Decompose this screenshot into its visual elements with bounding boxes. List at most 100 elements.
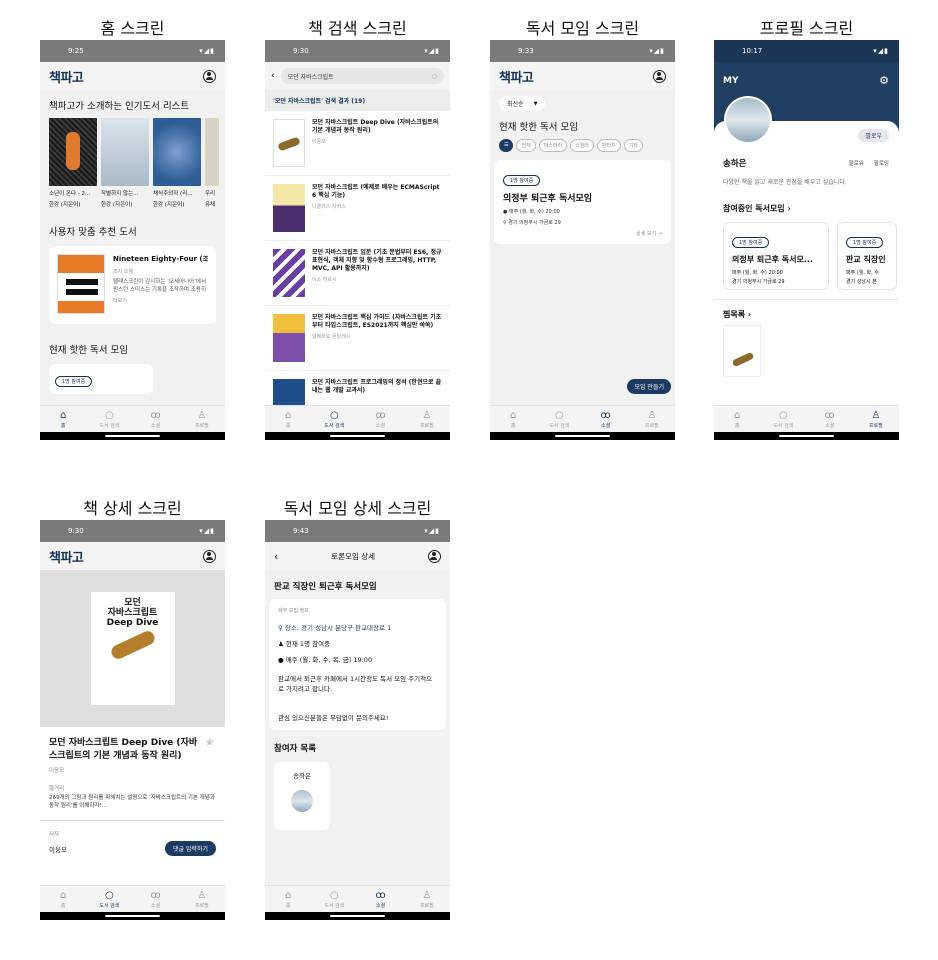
wish-book-cover[interactable] [723, 325, 761, 377]
result-item[interactable]: 모던 자바스크립트 (예제로 배우는 ECMAScript 6 핵심 기능) 니콜… [265, 176, 450, 241]
club-card[interactable]: 1명 참여중 의정부 퇴근후 독서모... 매주 (월, 화, 수) 20:00… [723, 222, 829, 290]
book-info: 모던 자바스크립트 Deep Dive (자바스크립트의 기본 개념과 동작 원… [40, 727, 225, 856]
person-icon: ♙ [422, 889, 432, 901]
nav-search[interactable]: ○ 도서 검색 [536, 406, 582, 432]
app-logo[interactable]: 책파고 [49, 547, 84, 566]
nav-home[interactable]: ⌂ 홈 [40, 406, 86, 432]
nav-profile[interactable]: ♙ 프로필 [404, 406, 450, 432]
result-cover [273, 314, 305, 362]
club-desc-2: 관심 있으신분들은 부담없이 문의주세요! [278, 714, 389, 722]
book-author: 한강 (지은이) [49, 202, 81, 208]
profile-body: 팔로우 송하은 팔로워 팔로잉 다양한 책을 읽고 새로운 관점을 배우고 싶습니… [714, 96, 899, 440]
rec-book-card[interactable]: Nineteen Eighty-Four (조... 조지 오웰 텔레스크린이 … [49, 246, 216, 324]
nav-profile[interactable]: ♙ 프로필 [853, 406, 899, 432]
nav-label: 도서 검색 [99, 422, 120, 429]
book-item[interactable]: 우리 유채 [205, 118, 219, 208]
people-icon: ꝏ [600, 409, 611, 421]
club-section-title: 현재 핫한 독서 모임 [499, 122, 578, 133]
nav-label: 소셜 [601, 422, 611, 429]
home-icon: ⌂ [59, 409, 67, 421]
nav-home[interactable]: ⌂ 홈 [714, 406, 760, 432]
comment-button[interactable]: 댓글 입력하기 [164, 841, 216, 856]
book-title: 모던 자바스크립트 Deep Dive (자바스크립트의 기본 개념과 동작 원… [49, 738, 198, 761]
book-cover [101, 118, 149, 186]
participant-badge: 1명 참여중 [55, 376, 93, 387]
chip-fantasy[interactable]: 판타지 [596, 139, 621, 152]
nav-search[interactable]: ○ 도서 검색 [86, 886, 132, 912]
club-card[interactable]: 1명 참여중 판교 직장인 매주 (월, 화, 수 경기 성남시 분 [837, 222, 897, 290]
nav-club[interactable]: ꝏ 소셜 [583, 406, 629, 432]
schedule-text: 매주 (월, 화, 수) 20:00 [508, 209, 560, 215]
chip-all[interactable]: 전체 [516, 139, 536, 152]
nav-home[interactable]: ⌂ 홈 [265, 406, 311, 432]
status-bar: 9:30 ▾◢▮ [40, 520, 225, 542]
result-author: 이소 히로시 [312, 277, 337, 283]
nav-club[interactable]: ꝏ 소셜 [358, 406, 404, 432]
nav-label: 프로필 [868, 422, 883, 429]
nav-club[interactable]: ꝏ 소셜 [358, 886, 404, 912]
nav-search[interactable]: ○ 도서 검색 [86, 406, 132, 432]
nav-profile[interactable]: ♙ 프로필 [179, 886, 225, 912]
club-card[interactable]: 1명 참여중 [49, 364, 153, 394]
create-club-button[interactable]: 모임 만들기 [627, 379, 671, 394]
result-item[interactable]: 모던 자바스크립트 핵심 가이드 (자바스크립트 기초부터 타입스크립트, ES… [265, 306, 450, 371]
book-item[interactable]: 작별하지 않는... 한강 (지은이) [101, 118, 149, 208]
search-icon[interactable]: ○ [432, 73, 437, 80]
people-icon: ꝏ [375, 409, 386, 421]
gear-icon[interactable]: ⚙ [879, 74, 889, 87]
chip-etc[interactable]: 기타 [623, 139, 643, 152]
member-name: 송하은 [293, 772, 311, 780]
app-bar: ‹ 토론모임 상세 [265, 542, 450, 570]
result-title: 모던 자바스크립트 핵심 가이드 (자바스크립트 기초부터 타입스크립트, ES… [312, 314, 442, 329]
star-icon[interactable]: ★ [204, 735, 215, 749]
nav-club[interactable]: ꝏ 소셜 [133, 886, 179, 912]
wish-title[interactable]: 찜목록 › [723, 309, 751, 320]
follow-button[interactable]: 팔로우 [858, 129, 889, 142]
joined-title[interactable]: 참여중인 독서모임 › [723, 203, 791, 214]
nav-club[interactable]: ꝏ 소셜 [133, 406, 179, 432]
nav-home[interactable]: ⌂ 홈 [40, 886, 86, 912]
follower-link[interactable]: 팔로워 [849, 159, 864, 167]
nav-profile[interactable]: ♙ 프로필 [629, 406, 675, 432]
nav-search[interactable]: ○ 도서 검색 [760, 406, 806, 432]
following-link[interactable]: 팔로잉 [874, 159, 889, 167]
result-cover [273, 249, 305, 297]
club-place: ⚲ 장소: 경기 성남시 분당구 판교대장로 1 [278, 622, 437, 632]
nav-club[interactable]: ꝏ 소셜 [807, 406, 853, 432]
nav-home[interactable]: ⌂ 홈 [490, 406, 536, 432]
nav-profile[interactable]: ♙ 프로필 [179, 406, 225, 432]
info-label: 세부 모집 정보 [278, 608, 309, 614]
nav-search[interactable]: ○ 도서 검색 [311, 886, 357, 912]
status-bar: 9:33 ▾◢▮ [490, 40, 675, 62]
book-item[interactable]: 소년이 온다 - 2... 한강 (지은이) [49, 118, 97, 208]
detail-link[interactable]: 상세 보기 → [503, 230, 662, 237]
back-icon[interactable]: ‹ [274, 550, 278, 563]
club-card[interactable]: 1명 참여중 의정부 퇴근후 독서모임 ● 매주 (월, 화, 수) 20:00… [494, 160, 671, 244]
app-logo[interactable]: 책파고 [49, 67, 84, 86]
nav-home[interactable]: ⌂ 홈 [265, 886, 311, 912]
book-item[interactable]: 채식주의자 (리... 한강 (지은이) [153, 118, 201, 208]
chip-mystery[interactable]: 미스터리 [538, 139, 568, 152]
search-input[interactable]: 모던 자바스크립트 ○ [280, 68, 444, 84]
chip-thriller[interactable]: 스릴러 [570, 139, 594, 152]
profile-name: 송하은 [723, 159, 747, 169]
more-link[interactable]: 더보기 [113, 297, 208, 304]
back-icon[interactable]: ‹ [271, 71, 275, 81]
search-icon: ○ [779, 409, 788, 421]
member-card[interactable]: 송하은 [274, 762, 330, 830]
nav-label: 도서 검색 [99, 902, 120, 909]
signal-icon: ▾◢▮ [199, 527, 215, 535]
result-item[interactable]: 모던 자바스크립트 입문 (기초 문법부터 ES6, 정규 표현식, 객체 지향… [265, 241, 450, 306]
filter-icon[interactable]: ☰ [499, 139, 514, 152]
result-item[interactable]: 모던 자바스크립트 Deep Dive (자바스크립트의 기본 개념과 동작 원… [265, 111, 450, 176]
rec-book-cover [57, 254, 105, 314]
sort-select[interactable]: 최신순 ▼ [499, 96, 546, 111]
account-icon[interactable] [427, 549, 441, 563]
account-icon[interactable] [653, 69, 666, 83]
account-icon[interactable] [203, 549, 216, 563]
joined-title-text: 참여중인 독서모임 [723, 204, 785, 213]
app-logo[interactable]: 책파고 [499, 67, 534, 86]
account-icon[interactable] [203, 69, 216, 83]
nav-profile[interactable]: ♙ 프로필 [404, 886, 450, 912]
nav-search[interactable]: ○ 도서 검색 [311, 406, 357, 432]
